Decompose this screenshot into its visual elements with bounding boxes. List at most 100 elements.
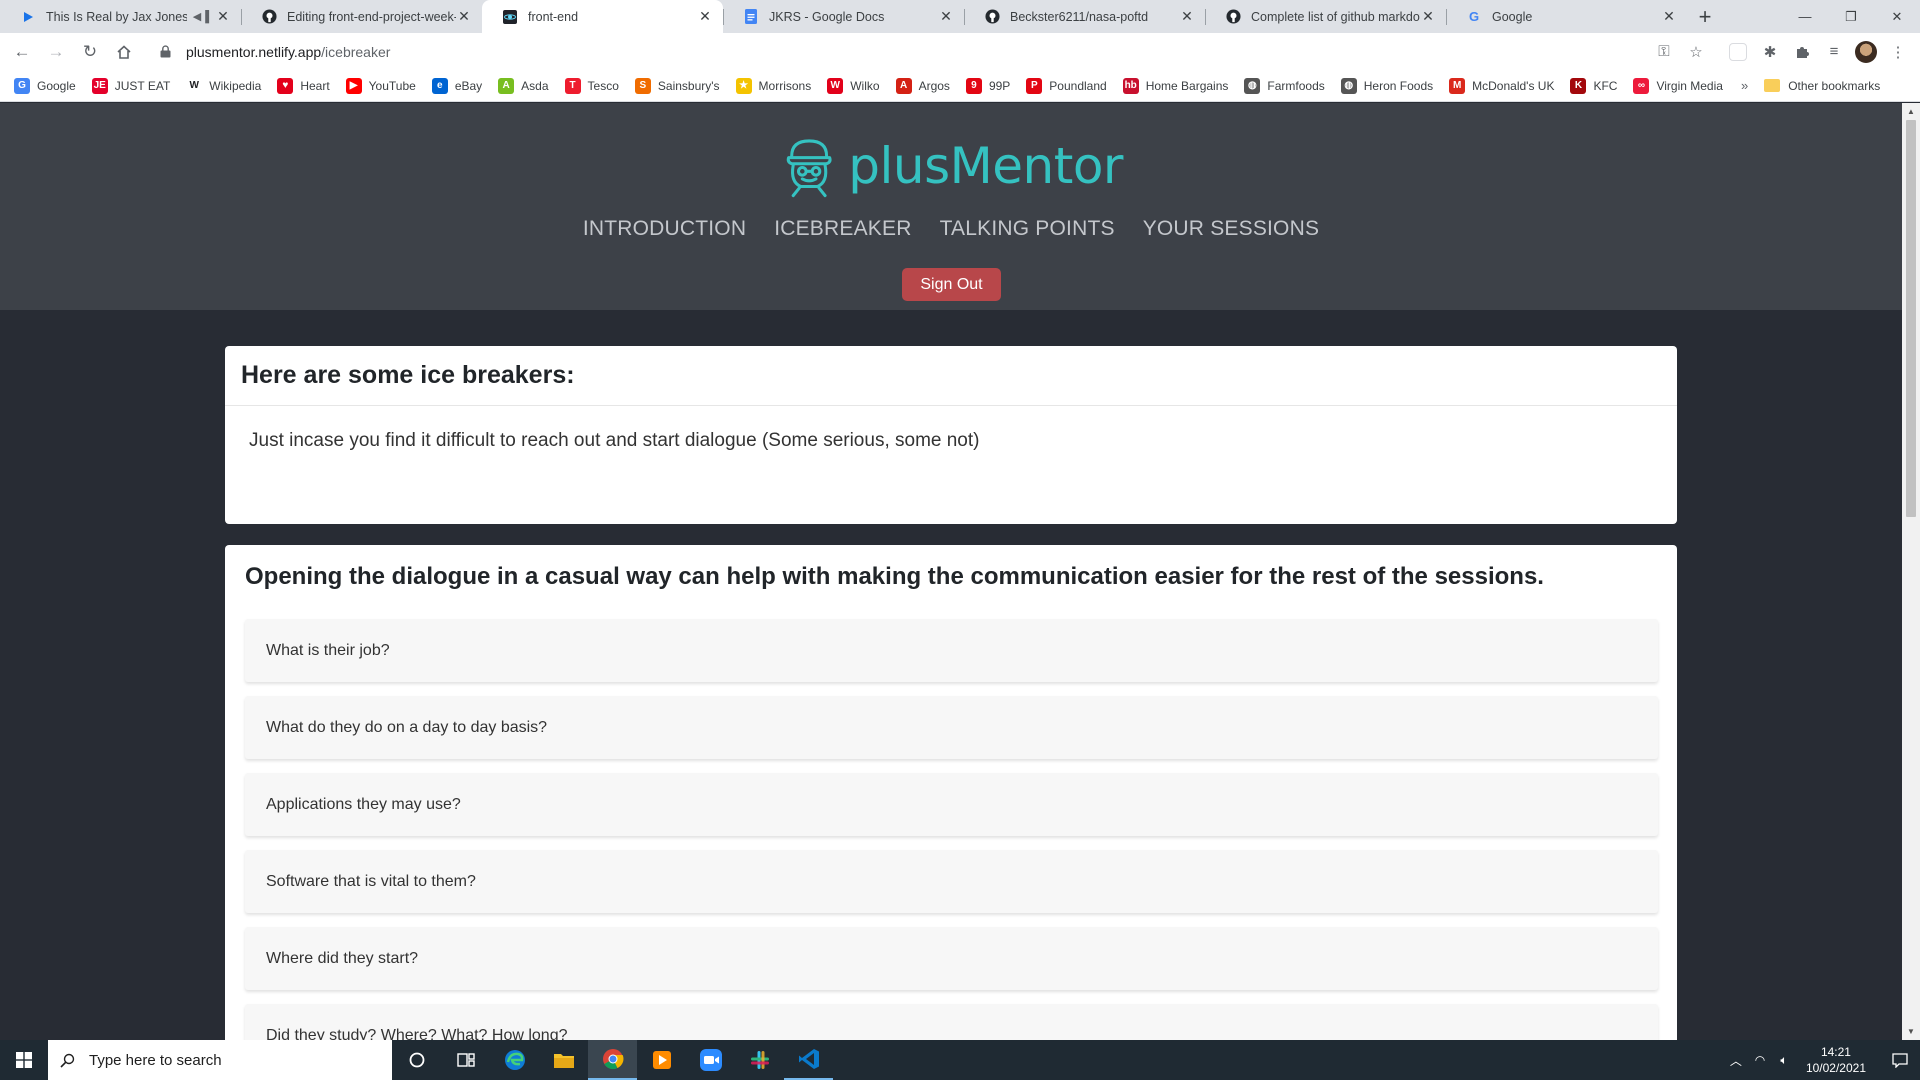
bookmark-item[interactable]: ∞ Virgin Media xyxy=(1633,77,1723,94)
nav-introduction[interactable]: INTRODUCTION xyxy=(583,217,746,241)
questions-heading: Opening the dialogue in a casual way can… xyxy=(245,563,1544,590)
chevron-up-icon[interactable]: ︿ xyxy=(1724,1052,1748,1069)
browser-tab[interactable]: This Is Real by Jax Jones Feat ◀▐ ✕ xyxy=(0,0,241,33)
tab-title: Complete list of github markdow xyxy=(1251,9,1420,24)
intro-card: Here are some ice breakers: Just incase … xyxy=(225,346,1677,524)
bookmark-item[interactable]: ▶ YouTube xyxy=(345,77,416,94)
scroll-up-icon[interactable]: ▲ xyxy=(1902,103,1920,120)
more-bookmarks-icon[interactable]: » xyxy=(1741,78,1748,93)
close-tab-icon[interactable]: ✕ xyxy=(938,8,954,25)
bookmark-item[interactable]: ★ Morrisons xyxy=(735,77,811,94)
browser-tab-active[interactable]: front-end ✕ xyxy=(482,0,723,33)
question-item[interactable]: Software that is vital to them? xyxy=(245,850,1658,913)
browser-tab[interactable]: Beckster6211/nasa-poftd ✕ xyxy=(964,0,1205,33)
reload-icon[interactable]: ↻ xyxy=(76,38,104,66)
start-button[interactable] xyxy=(0,1040,48,1080)
browser-tab[interactable]: JKRS - Google Docs ✕ xyxy=(723,0,964,33)
question-item[interactable]: Did they study? Where? What? How long? xyxy=(245,1004,1658,1040)
close-tab-icon[interactable]: ✕ xyxy=(1661,8,1677,25)
question-item[interactable]: What is their job? xyxy=(245,619,1658,682)
taskbar-search[interactable]: Type here to search xyxy=(48,1040,392,1080)
bookmark-item[interactable]: G Google xyxy=(14,77,76,94)
lock-icon[interactable] xyxy=(160,45,174,58)
task-view-icon[interactable] xyxy=(441,1040,490,1080)
forward-icon[interactable]: → xyxy=(42,38,70,66)
slack-icon[interactable] xyxy=(735,1040,784,1080)
cortana-icon[interactable] xyxy=(392,1040,441,1080)
file-explorer-icon[interactable] xyxy=(539,1040,588,1080)
scroll-down-icon[interactable]: ▼ xyxy=(1902,1023,1920,1040)
bookmark-item[interactable]: W Wikipedia xyxy=(186,78,262,94)
key-icon[interactable]: ⚿ xyxy=(1650,38,1678,66)
bookmark-item[interactable]: P Poundland xyxy=(1026,77,1107,94)
bookmarks-bar: G Google JE JUST EAT W Wikipedia ♥ Heart ▶ YouTub… xyxy=(0,70,1920,102)
menu-icon[interactable]: ⋮ xyxy=(1884,38,1912,66)
close-tab-icon[interactable]: ✕ xyxy=(1179,8,1195,25)
bookmark-item[interactable]: S Sainsbury's xyxy=(634,77,720,94)
bookmark-item[interactable]: T Tesco xyxy=(564,77,619,94)
media-control-icon[interactable]: ≡ xyxy=(1820,38,1848,66)
nav-your-sessions[interactable]: YOUR SESSIONS xyxy=(1143,217,1319,241)
clock[interactable]: 14:21 10/02/2021 xyxy=(1806,1044,1866,1076)
close-window-icon[interactable]: ✕ xyxy=(1874,0,1920,33)
close-tab-icon[interactable]: ✕ xyxy=(456,8,472,25)
page-scrollbar[interactable]: ▲ ▼ xyxy=(1902,103,1920,1040)
edge-icon[interactable] xyxy=(490,1040,539,1080)
browser-tab[interactable]: Complete list of github markdow ✕ xyxy=(1205,0,1446,33)
chrome-icon[interactable] xyxy=(588,1040,637,1080)
address-bar[interactable]: plusmentor.netlify.app/icebreaker xyxy=(152,38,1646,66)
bookmark-item[interactable]: K KFC xyxy=(1570,77,1618,94)
bookmark-item[interactable]: ♥ Heart xyxy=(277,77,330,94)
bookmark-item[interactable]: ◍ Farmfoods xyxy=(1244,77,1325,94)
audio-playing-icon[interactable]: ◀▐ xyxy=(193,10,209,23)
vscode-icon[interactable] xyxy=(784,1040,833,1080)
site-logo[interactable]: plusMentor xyxy=(778,123,1123,208)
bookmark-item[interactable]: ◍ Heron Foods xyxy=(1340,77,1433,94)
home-icon[interactable] xyxy=(110,38,138,66)
close-tab-icon[interactable]: ✕ xyxy=(215,8,231,25)
browser-tab[interactable]: G Google ✕ xyxy=(1446,0,1687,33)
zoom-icon[interactable] xyxy=(686,1040,735,1080)
window-controls: — ❐ ✕ xyxy=(1782,0,1920,33)
bookmark-label: KFC xyxy=(1593,78,1618,93)
close-tab-icon[interactable]: ✕ xyxy=(1420,8,1436,25)
other-bookmarks[interactable]: Other bookmarks xyxy=(1764,79,1880,93)
extension-icon[interactable] xyxy=(1724,38,1752,66)
bookmark-item[interactable]: e eBay xyxy=(431,77,482,94)
bookmark-item[interactable]: 9 99P xyxy=(965,77,1010,94)
network-icon[interactable]: ◠ xyxy=(1748,1053,1772,1067)
puzzle-icon[interactable] xyxy=(1788,38,1816,66)
bookmark-star-icon[interactable]: ☆ xyxy=(1682,38,1710,66)
volume-icon[interactable]: 🔈︎ xyxy=(1772,1053,1796,1068)
browser-tab[interactable]: Editing front-end-project-week- ✕ xyxy=(241,0,482,33)
bookmark-item[interactable]: A Asda xyxy=(498,77,549,94)
bookmark-label: McDonald's UK xyxy=(1472,78,1555,93)
sign-out-button[interactable]: Sign Out xyxy=(902,268,1001,301)
bookmark-item[interactable]: hb Home Bargains xyxy=(1122,77,1228,94)
back-icon[interactable]: ← xyxy=(8,38,36,66)
restore-icon[interactable]: ❐ xyxy=(1828,0,1874,33)
minimize-icon[interactable]: — xyxy=(1782,0,1828,33)
bookmark-item[interactable]: M McDonald's UK xyxy=(1449,77,1555,94)
bookmark-favicon-icon: ♥ xyxy=(277,77,294,94)
bookmark-item[interactable]: A Argos xyxy=(895,77,950,94)
bookmark-favicon-icon: ★ xyxy=(735,77,752,94)
tab-title: front-end xyxy=(528,9,579,24)
nav-talking-points[interactable]: TALKING POINTS xyxy=(940,217,1115,241)
bookmark-favicon-icon: e xyxy=(431,77,448,94)
question-item[interactable]: Where did they start? xyxy=(245,927,1658,990)
bug-extension-icon[interactable]: ✱ xyxy=(1756,38,1784,66)
bookmark-favicon-icon: W xyxy=(189,80,199,91)
bookmark-item[interactable]: JE JUST EAT xyxy=(91,77,170,94)
tab-title: Beckster6211/nasa-poftd xyxy=(1010,9,1149,24)
question-item[interactable]: What do they do on a day to day basis? xyxy=(245,696,1658,759)
bookmark-item[interactable]: W Wilko xyxy=(827,77,880,94)
avatar[interactable] xyxy=(1852,38,1880,66)
nav-icebreaker[interactable]: ICEBREAKER xyxy=(774,217,911,241)
close-tab-icon[interactable]: ✕ xyxy=(697,8,713,25)
new-tab-button[interactable]: + xyxy=(1687,0,1723,33)
media-player-icon[interactable] xyxy=(637,1040,686,1080)
notifications-icon[interactable] xyxy=(1880,1052,1920,1068)
scrollbar-thumb[interactable] xyxy=(1906,120,1916,517)
question-item[interactable]: Applications they may use? xyxy=(245,773,1658,836)
